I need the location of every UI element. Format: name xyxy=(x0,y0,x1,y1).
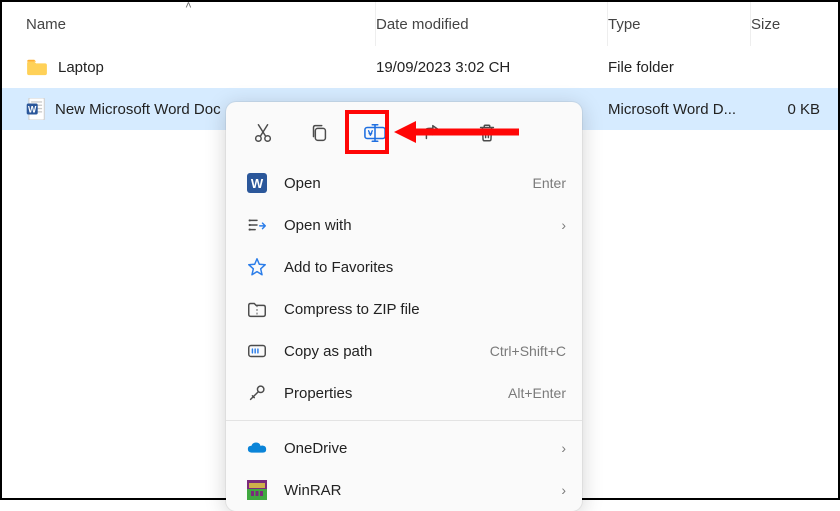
zip-icon xyxy=(246,298,268,320)
star-icon xyxy=(246,256,268,278)
onedrive-icon xyxy=(246,437,268,459)
sort-caret-icon: ˄ xyxy=(185,0,191,12)
file-name: New Microsoft Word Doc xyxy=(55,101,221,118)
word-icon: W xyxy=(246,172,268,194)
svg-text:W: W xyxy=(28,104,37,114)
menu-item-onedrive[interactable]: OneDrive › xyxy=(226,427,582,469)
menu-item-shortcut: Enter xyxy=(533,175,566,191)
cut-icon xyxy=(252,122,274,144)
copy-path-icon xyxy=(246,340,268,362)
menu-item-winrar[interactable]: WinRAR › xyxy=(226,469,582,511)
menu-item-shortcut: Alt+Enter xyxy=(508,385,566,401)
menu-item-label: Properties xyxy=(284,385,492,402)
menu-item-open-with[interactable]: Open with › xyxy=(226,204,582,246)
menu-item-label: Copy as path xyxy=(284,343,474,360)
column-header-row: Name ˄ Date modified Type Size xyxy=(2,2,838,46)
column-header-type[interactable]: Type xyxy=(608,2,751,46)
menu-item-label: Add to Favorites xyxy=(284,259,566,276)
menu-item-label: Open xyxy=(284,175,517,192)
file-row[interactable]: Laptop 19/09/2023 3:02 CH File folder xyxy=(2,46,838,88)
file-type: File folder xyxy=(608,59,751,76)
menu-item-copy-path[interactable]: Copy as path Ctrl+Shift+C xyxy=(226,330,582,372)
winrar-icon xyxy=(246,479,268,501)
annotation-arrow xyxy=(394,117,524,147)
word-file-icon: W xyxy=(26,98,45,120)
column-header-name[interactable]: Name ˄ xyxy=(2,2,376,46)
menu-item-label: WinRAR xyxy=(284,482,545,499)
chevron-right-icon: › xyxy=(561,440,566,456)
menu-item-zip[interactable]: Compress to ZIP file xyxy=(226,288,582,330)
menu-item-favorites[interactable]: Add to Favorites xyxy=(226,246,582,288)
file-name: Laptop xyxy=(58,59,104,76)
context-menu: W Open Enter Open with › Add to Favorite… xyxy=(226,102,582,511)
column-header-name-text: Name xyxy=(26,16,66,33)
svg-text:W: W xyxy=(251,176,264,191)
menu-item-shortcut: Ctrl+Shift+C xyxy=(490,343,566,359)
open-with-icon xyxy=(246,214,268,236)
copy-button[interactable] xyxy=(302,116,336,150)
copy-icon xyxy=(308,122,330,144)
menu-item-open[interactable]: W Open Enter xyxy=(226,162,582,204)
file-type: Microsoft Word D... xyxy=(608,101,751,118)
menu-item-label: Compress to ZIP file xyxy=(284,301,566,318)
highlight-box xyxy=(345,110,389,154)
menu-item-label: Open with xyxy=(284,217,545,234)
menu-item-label: OneDrive xyxy=(284,440,545,457)
properties-icon xyxy=(246,382,268,404)
chevron-right-icon: › xyxy=(561,482,566,498)
column-header-date[interactable]: Date modified xyxy=(376,2,608,46)
file-size: 0 KB xyxy=(751,101,838,118)
column-header-size[interactable]: Size xyxy=(751,2,838,46)
cut-button[interactable] xyxy=(246,116,280,150)
folder-icon xyxy=(26,58,48,76)
file-date: 19/09/2023 3:02 CH xyxy=(376,59,608,76)
menu-separator xyxy=(226,420,582,421)
chevron-right-icon: › xyxy=(561,217,566,233)
menu-item-properties[interactable]: Properties Alt+Enter xyxy=(226,372,582,414)
